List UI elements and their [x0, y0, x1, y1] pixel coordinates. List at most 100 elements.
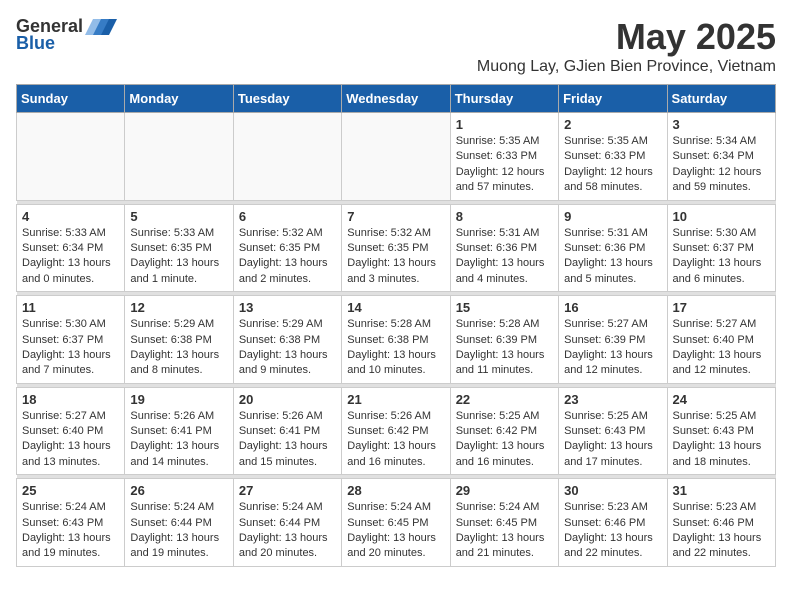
calendar-cell: 18 Sunrise: 5:27 AM Sunset: 6:40 PM Dayli… [17, 387, 125, 475]
day-detail: Sunrise: 5:29 AM Sunset: 6:38 PM Dayligh… [239, 317, 336, 379]
day-number: 30 [564, 483, 661, 498]
day-detail: Sunrise: 5:25 AM Sunset: 6:43 PM Dayligh… [564, 409, 661, 471]
calendar-cell: 28 Sunrise: 5:24 AM Sunset: 6:45 PM Dayli… [342, 479, 450, 567]
calendar-cell: 31Sunrise: 5:23 AM Sunset: 6:46 PM Dayli… [667, 479, 775, 567]
day-detail: Sunrise: 5:23 AM Sunset: 6:46 PM Dayligh… [673, 500, 770, 562]
day-number: 18 [22, 392, 119, 407]
day-detail: Sunrise: 5:30 AM Sunset: 6:37 PM Dayligh… [22, 317, 119, 379]
day-detail: Sunrise: 5:28 AM Sunset: 6:39 PM Dayligh… [456, 317, 553, 379]
calendar-cell: 24Sunrise: 5:25 AM Sunset: 6:43 PM Dayli… [667, 387, 775, 475]
logo: General Blue [16, 16, 117, 54]
day-detail: Sunrise: 5:35 AM Sunset: 6:33 PM Dayligh… [564, 134, 661, 196]
calendar-cell: 30 Sunrise: 5:23 AM Sunset: 6:46 PM Dayli… [559, 479, 667, 567]
calendar-cell: 11 Sunrise: 5:30 AM Sunset: 6:37 PM Dayli… [17, 296, 125, 384]
calendar-cell: 7Sunrise: 5:32 AM Sunset: 6:35 PM Daylig… [342, 204, 450, 292]
day-number: 11 [22, 300, 119, 315]
day-number: 22 [456, 392, 553, 407]
day-number: 19 [130, 392, 227, 407]
calendar-cell: 27 Sunrise: 5:24 AM Sunset: 6:44 PM Dayli… [233, 479, 341, 567]
calendar-cell [125, 113, 233, 201]
day-header-saturday: Saturday [667, 85, 775, 113]
calendar-cell: 2 Sunrise: 5:35 AM Sunset: 6:33 PM Daylig… [559, 113, 667, 201]
day-detail: Sunrise: 5:25 AM Sunset: 6:43 PM Dayligh… [673, 409, 770, 471]
day-header-monday: Monday [125, 85, 233, 113]
logo-blue-text: Blue [16, 33, 55, 54]
day-number: 25 [22, 483, 119, 498]
calendar-cell: 17 Sunrise: 5:27 AM Sunset: 6:40 PM Dayli… [667, 296, 775, 384]
calendar-cell: 12Sunrise: 5:29 AM Sunset: 6:38 PM Dayli… [125, 296, 233, 384]
day-number: 1 [456, 117, 553, 132]
calendar-cell: 4 Sunrise: 5:33 AM Sunset: 6:34 PM Daylig… [17, 204, 125, 292]
day-number: 17 [673, 300, 770, 315]
day-detail: Sunrise: 5:31 AM Sunset: 6:36 PM Dayligh… [456, 226, 553, 288]
day-detail: Sunrise: 5:27 AM Sunset: 6:40 PM Dayligh… [22, 409, 119, 471]
calendar-cell: 9Sunrise: 5:31 AM Sunset: 6:36 PM Daylig… [559, 204, 667, 292]
location-title: Muong Lay, GJien Bien Province, Vietnam [477, 58, 776, 76]
day-detail: Sunrise: 5:24 AM Sunset: 6:44 PM Dayligh… [130, 500, 227, 562]
day-header-wednesday: Wednesday [342, 85, 450, 113]
day-number: 13 [239, 300, 336, 315]
day-detail: Sunrise: 5:24 AM Sunset: 6:45 PM Dayligh… [456, 500, 553, 562]
calendar-cell: 25 Sunrise: 5:24 AM Sunset: 6:43 PM Dayli… [17, 479, 125, 567]
day-detail: Sunrise: 5:26 AM Sunset: 6:42 PM Dayligh… [347, 409, 444, 471]
day-number: 28 [347, 483, 444, 498]
day-number: 29 [456, 483, 553, 498]
calendar-cell: 3 Sunrise: 5:34 AM Sunset: 6:34 PM Daylig… [667, 113, 775, 201]
day-number: 23 [564, 392, 661, 407]
day-detail: Sunrise: 5:34 AM Sunset: 6:34 PM Dayligh… [673, 134, 770, 196]
day-number: 6 [239, 209, 336, 224]
day-number: 5 [130, 209, 227, 224]
day-detail: Sunrise: 5:33 AM Sunset: 6:35 PM Dayligh… [130, 226, 227, 288]
day-number: 2 [564, 117, 661, 132]
day-number: 7 [347, 209, 444, 224]
day-detail: Sunrise: 5:24 AM Sunset: 6:44 PM Dayligh… [239, 500, 336, 562]
day-detail: Sunrise: 5:25 AM Sunset: 6:42 PM Dayligh… [456, 409, 553, 471]
day-detail: Sunrise: 5:31 AM Sunset: 6:36 PM Dayligh… [564, 226, 661, 288]
calendar-cell: 26 Sunrise: 5:24 AM Sunset: 6:44 PM Dayli… [125, 479, 233, 567]
page-header: General Blue May 2025 Muong Lay, GJien B… [16, 16, 776, 76]
calendar-cell: 15Sunrise: 5:28 AM Sunset: 6:39 PM Dayli… [450, 296, 558, 384]
day-number: 4 [22, 209, 119, 224]
day-detail: Sunrise: 5:30 AM Sunset: 6:37 PM Dayligh… [673, 226, 770, 288]
calendar-cell [342, 113, 450, 201]
calendar-cell: 6 Sunrise: 5:32 AM Sunset: 6:35 PM Daylig… [233, 204, 341, 292]
day-number: 8 [456, 209, 553, 224]
day-detail: Sunrise: 5:35 AM Sunset: 6:33 PM Dayligh… [456, 134, 553, 196]
calendar-cell: 23 Sunrise: 5:25 AM Sunset: 6:43 PM Dayli… [559, 387, 667, 475]
calendar-cell: 19 Sunrise: 5:26 AM Sunset: 6:41 PM Dayli… [125, 387, 233, 475]
calendar-cell [17, 113, 125, 201]
day-header-tuesday: Tuesday [233, 85, 341, 113]
day-detail: Sunrise: 5:23 AM Sunset: 6:46 PM Dayligh… [564, 500, 661, 562]
day-detail: Sunrise: 5:27 AM Sunset: 6:39 PM Dayligh… [564, 317, 661, 379]
calendar-cell: 22 Sunrise: 5:25 AM Sunset: 6:42 PM Dayli… [450, 387, 558, 475]
calendar-cell: 1 Sunrise: 5:35 AM Sunset: 6:33 PM Daylig… [450, 113, 558, 201]
day-detail: Sunrise: 5:33 AM Sunset: 6:34 PM Dayligh… [22, 226, 119, 288]
day-number: 16 [564, 300, 661, 315]
day-detail: Sunrise: 5:28 AM Sunset: 6:38 PM Dayligh… [347, 317, 444, 379]
day-number: 14 [347, 300, 444, 315]
day-number: 3 [673, 117, 770, 132]
day-detail: Sunrise: 5:32 AM Sunset: 6:35 PM Dayligh… [239, 226, 336, 288]
day-detail: Sunrise: 5:26 AM Sunset: 6:41 PM Dayligh… [239, 409, 336, 471]
title-block: May 2025 Muong Lay, GJien Bien Province,… [477, 16, 776, 76]
day-number: 21 [347, 392, 444, 407]
day-number: 20 [239, 392, 336, 407]
day-detail: Sunrise: 5:27 AM Sunset: 6:40 PM Dayligh… [673, 317, 770, 379]
calendar-table: SundayMondayTuesdayWednesdayThursdayFrid… [16, 84, 776, 567]
calendar-cell: 8 Sunrise: 5:31 AM Sunset: 6:36 PM Daylig… [450, 204, 558, 292]
calendar-cell: 13 Sunrise: 5:29 AM Sunset: 6:38 PM Dayli… [233, 296, 341, 384]
calendar-cell: 21 Sunrise: 5:26 AM Sunset: 6:42 PM Dayli… [342, 387, 450, 475]
calendar-cell: 5 Sunrise: 5:33 AM Sunset: 6:35 PM Daylig… [125, 204, 233, 292]
calendar-cell: 16 Sunrise: 5:27 AM Sunset: 6:39 PM Dayli… [559, 296, 667, 384]
day-detail: Sunrise: 5:24 AM Sunset: 6:43 PM Dayligh… [22, 500, 119, 562]
day-header-thursday: Thursday [450, 85, 558, 113]
day-number: 27 [239, 483, 336, 498]
day-detail: Sunrise: 5:24 AM Sunset: 6:45 PM Dayligh… [347, 500, 444, 562]
day-number: 26 [130, 483, 227, 498]
month-title: May 2025 [477, 16, 776, 58]
calendar-cell: 14 Sunrise: 5:28 AM Sunset: 6:38 PM Dayli… [342, 296, 450, 384]
day-detail: Sunrise: 5:26 AM Sunset: 6:41 PM Dayligh… [130, 409, 227, 471]
day-detail: Sunrise: 5:29 AM Sunset: 6:38 PM Dayligh… [130, 317, 227, 379]
day-header-friday: Friday [559, 85, 667, 113]
day-header-sunday: Sunday [17, 85, 125, 113]
